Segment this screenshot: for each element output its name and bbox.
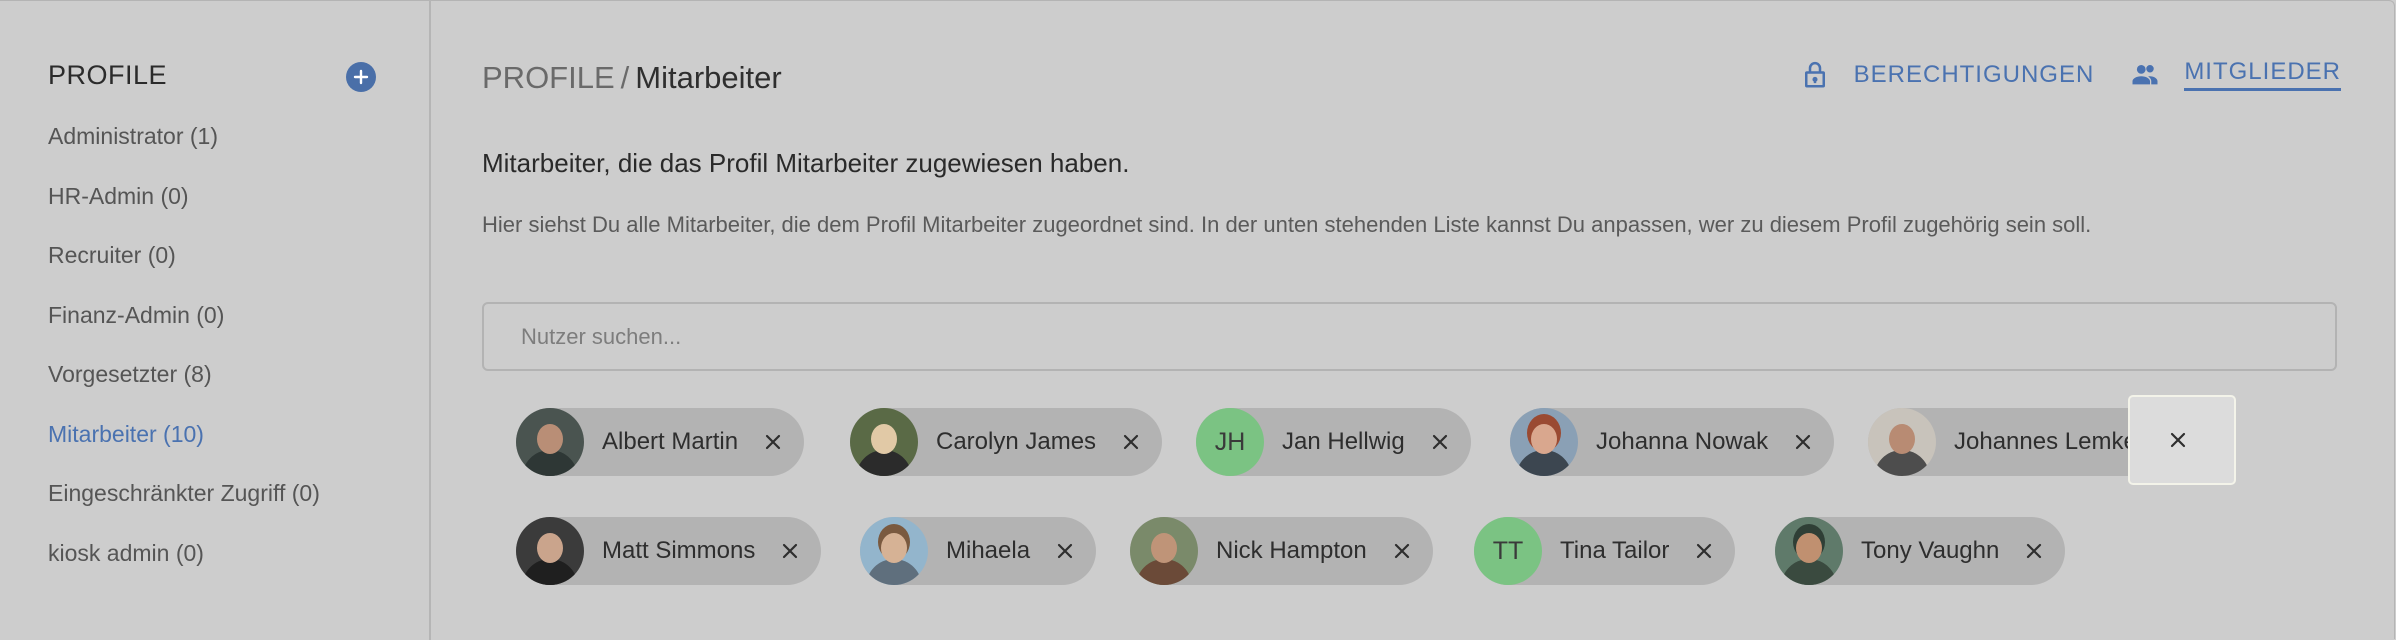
remove-member-button[interactable] xyxy=(1792,431,1814,453)
close-icon xyxy=(1057,543,1073,559)
close-icon xyxy=(765,434,781,450)
people-icon xyxy=(2132,64,2158,84)
avatar xyxy=(850,408,918,476)
avatar xyxy=(1130,517,1198,585)
members-label: MITGLIEDER xyxy=(2184,58,2341,91)
sidebar-item-finanz-admin[interactable]: Finanz-Admin (0) xyxy=(48,297,320,357)
breadcrumb-root[interactable]: PROFILE xyxy=(482,60,615,95)
sidebar-item-vorgesetzter[interactable]: Vorgesetzter (8) xyxy=(48,356,320,416)
sidebar: PROFILE Administrator (1) HR-Admin (0) R… xyxy=(0,0,431,640)
permissions-tab[interactable]: BERECHTIGUNGEN xyxy=(1800,60,2095,90)
members-tab[interactable]: MITGLIEDER xyxy=(2130,58,2341,91)
member-name: Matt Simmons xyxy=(602,537,756,564)
close-icon xyxy=(2027,543,2042,559)
sidebar-item-eingeschraenkter-zugriff[interactable]: Eingeschränkter Zugriff (0) xyxy=(48,475,320,535)
avatar xyxy=(860,517,928,585)
sidebar-title: PROFILE xyxy=(48,60,168,90)
sidebar-item-mitarbeiter[interactable]: Mitarbeiter (10) xyxy=(48,416,320,476)
section-description: Hier siehst Du alle Mitarbeiter, die dem… xyxy=(482,212,2092,237)
close-icon xyxy=(1697,543,1712,559)
avatar: TT xyxy=(1474,517,1542,585)
remove-member-button[interactable] xyxy=(1693,540,1715,562)
member-chip: Mihaela xyxy=(860,517,1097,585)
close-icon xyxy=(1394,543,1409,559)
avatar: JH xyxy=(1196,408,1264,476)
close-icon xyxy=(783,543,798,559)
close-icon xyxy=(1432,434,1447,450)
member-name: Mihaela xyxy=(946,537,1031,564)
breadcrumb: PROFILE / Mitarbeiter xyxy=(482,60,782,96)
member-chip: Tony Vaughn xyxy=(1775,517,2066,585)
sidebar-item-hr-admin[interactable]: HR-Admin (0) xyxy=(48,178,320,238)
member-chip: Johanna Nowak xyxy=(1510,408,1835,476)
sidebar-item-recruiter[interactable]: Recruiter (0) xyxy=(48,237,320,297)
member-chip: Nick Hampton xyxy=(1130,517,1433,585)
add-profile-button[interactable] xyxy=(346,62,376,92)
member-chip: JH Jan Hellwig xyxy=(1196,408,1471,476)
close-icon xyxy=(1123,434,1139,450)
profile-list: Administrator (1) HR-Admin (0) Recruiter… xyxy=(48,118,320,594)
member-name: Carolyn James xyxy=(936,428,1097,455)
close-icon xyxy=(1796,434,1811,450)
remove-member-button[interactable] xyxy=(1054,540,1076,562)
avatar xyxy=(516,517,584,585)
member-chip: TT Tina Tailor xyxy=(1474,517,1736,585)
user-search-input[interactable] xyxy=(482,302,2337,371)
member-chip: Matt Simmons xyxy=(516,517,822,585)
remove-member-button-focused[interactable] xyxy=(2128,395,2236,485)
breadcrumb-separator: / xyxy=(620,60,630,95)
close-icon xyxy=(2170,432,2186,448)
remove-member-button[interactable] xyxy=(762,431,784,453)
remove-member-button[interactable] xyxy=(2023,540,2045,562)
header-actions: BERECHTIGUNGEN MITGLIEDER xyxy=(1800,58,2341,91)
remove-member-button[interactable] xyxy=(1429,431,1451,453)
remove-member-button[interactable] xyxy=(1120,431,1142,453)
member-name: Tina Tailor xyxy=(1560,537,1670,564)
member-chip: Carolyn James xyxy=(850,408,1163,476)
member-name: Nick Hampton xyxy=(1216,537,1367,564)
member-name: Tony Vaughn xyxy=(1861,537,2000,564)
avatar xyxy=(1510,408,1578,476)
avatar xyxy=(1868,408,1936,476)
breadcrumb-current: Mitarbeiter xyxy=(635,60,782,95)
permissions-label: BERECHTIGUNGEN xyxy=(1853,60,2095,88)
avatar xyxy=(1775,517,1843,585)
lock-icon xyxy=(1804,61,1825,87)
member-name: Albert Martin xyxy=(602,428,739,455)
member-name: Johanna Nowak xyxy=(1596,428,1769,455)
member-name: Johannes Lemke xyxy=(1954,428,2137,455)
remove-member-button[interactable] xyxy=(1391,540,1413,562)
avatar xyxy=(516,408,584,476)
member-name: Jan Hellwig xyxy=(1282,428,1405,455)
plus-icon xyxy=(353,69,369,85)
remove-member-button[interactable] xyxy=(779,540,801,562)
sidebar-item-administrator[interactable]: Administrator (1) xyxy=(48,118,320,178)
sidebar-item-kiosk-admin[interactable]: kiosk admin (0) xyxy=(48,535,320,595)
remove-member-button[interactable] xyxy=(2167,429,2189,451)
member-chip: Albert Martin xyxy=(516,408,805,476)
section-subtitle: Mitarbeiter, die das Profil Mitarbeiter … xyxy=(482,148,1130,178)
